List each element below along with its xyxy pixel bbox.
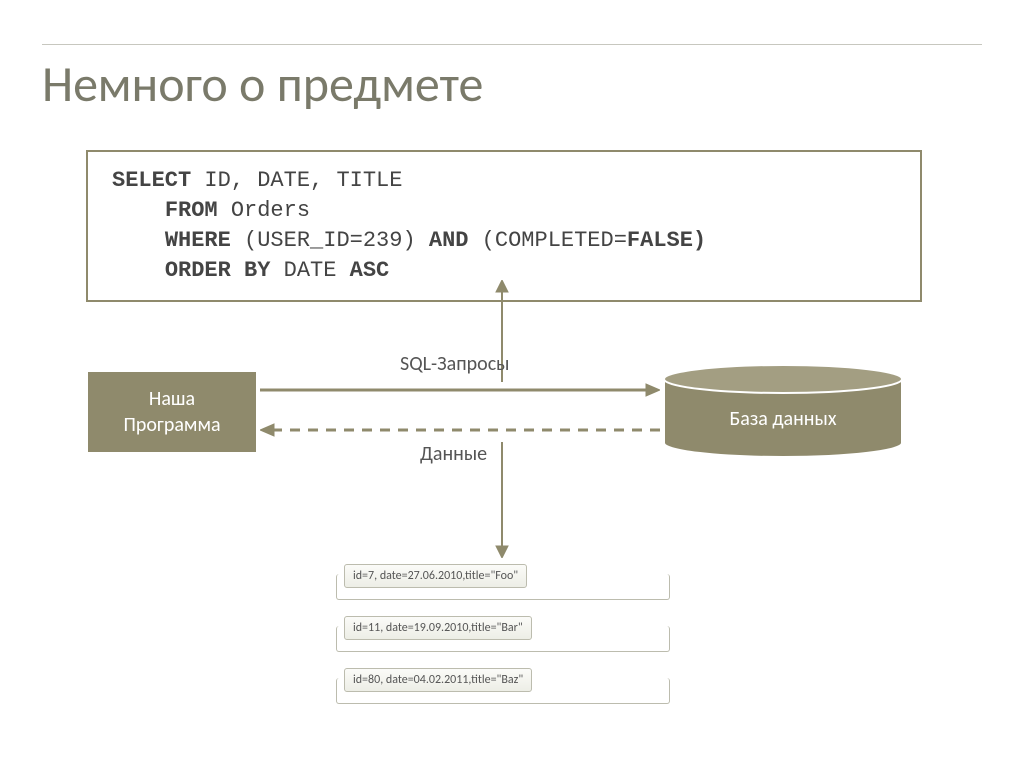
program-label: Наша Программа [123, 386, 220, 438]
program-node: Наша Программа [86, 370, 258, 454]
arrow-sql-requests [260, 380, 660, 400]
database-label: База данных [662, 407, 904, 431]
database-node: База данных [662, 363, 904, 455]
arrow-data-to-results [490, 442, 514, 558]
slide: Немного о предмете SELECT ID, DATE, TITL… [0, 0, 1024, 768]
result-row-2: id=11, date=19.09.2010,title="Bar" [344, 616, 664, 640]
result-row-1: id=7, date=27.06.2010,title="Foo" [344, 564, 664, 588]
result-row-3: id=80, date=04.02.2011,title="Baz" [344, 668, 664, 692]
slide-title: Немного о предмете [42, 54, 483, 115]
title-rule [42, 44, 982, 45]
arrow-data-return [260, 420, 660, 440]
arrow-data-label: Данные [420, 442, 487, 466]
arrow-sql-label: SQL-Запросы [400, 352, 509, 376]
